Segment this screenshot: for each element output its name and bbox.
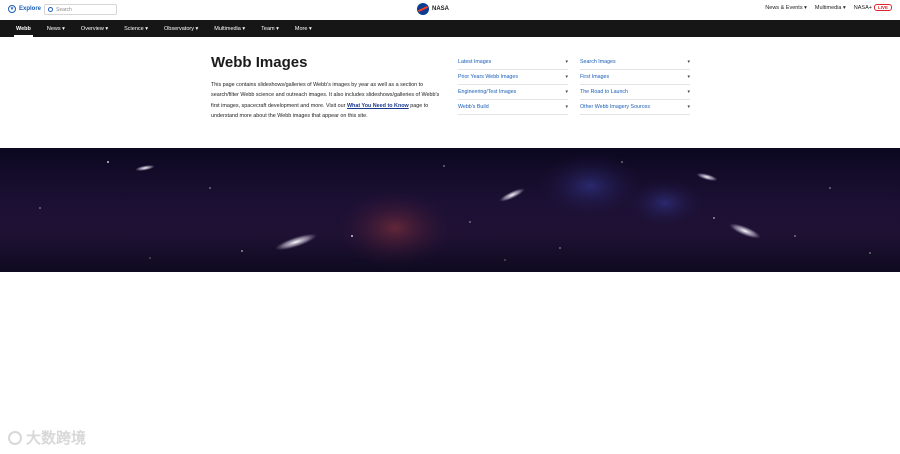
nasa-plus-link[interactable]: NASA+ LIVE bbox=[853, 4, 892, 11]
star bbox=[351, 235, 353, 237]
link-label: Latest Images bbox=[458, 59, 492, 65]
utility-links: News & Events ▾ Multimedia ▾ NASA+ LIVE bbox=[765, 4, 892, 11]
explore-button[interactable]: ▾ Explore bbox=[8, 5, 41, 13]
explore-label: Explore bbox=[19, 6, 42, 12]
star bbox=[559, 247, 561, 249]
multimedia-menu[interactable]: Multimedia ▾ bbox=[815, 5, 846, 11]
link-prior-years[interactable]: Prior Years Webb Images ▾ bbox=[458, 70, 568, 85]
search-placeholder: Search bbox=[56, 6, 72, 13]
nasa-plus-label: NASA+ bbox=[853, 5, 872, 11]
page-description: This page contains slideshows/galleries … bbox=[211, 80, 443, 122]
link-other-sources[interactable]: Other Webb Imagery Sources ▾ bbox=[580, 100, 690, 115]
star bbox=[443, 165, 445, 167]
nav-item-team[interactable]: Team ▾ bbox=[253, 20, 287, 37]
star bbox=[149, 257, 151, 259]
chevron-down-icon: ▾ bbox=[565, 104, 568, 110]
star bbox=[504, 259, 506, 261]
link-label: Search Images bbox=[580, 59, 616, 65]
star bbox=[869, 252, 871, 254]
space-illustration bbox=[39, 152, 871, 268]
chevron-down-icon: ▾ bbox=[687, 104, 690, 110]
image-section-links: Latest Images ▾ Search Images ▾ Prior Year… bbox=[458, 55, 690, 115]
link-webbs-build[interactable]: Webb's Build ▾ bbox=[458, 100, 568, 115]
galaxy bbox=[696, 172, 718, 182]
star bbox=[713, 217, 715, 219]
star bbox=[209, 187, 211, 189]
star bbox=[39, 207, 41, 209]
link-first-images[interactable]: First Images ▾ bbox=[580, 70, 690, 85]
stars bbox=[39, 161, 871, 261]
blue-nebula bbox=[625, 177, 705, 229]
link-label: Engineering/Test Images bbox=[458, 89, 517, 95]
nav-item-observatory[interactable]: Observatory ▾ bbox=[156, 20, 206, 37]
chevron-down-icon: ▾ bbox=[687, 59, 690, 65]
red-nebula bbox=[335, 188, 455, 268]
star bbox=[469, 221, 471, 223]
galaxy bbox=[499, 188, 525, 202]
what-you-need-to-know-link[interactable]: What You Need to Know bbox=[347, 103, 409, 109]
hero-space-banner bbox=[0, 148, 900, 272]
nav-item-overview[interactable]: Overview ▾ bbox=[73, 20, 116, 37]
chevron-down-icon: ▾ bbox=[687, 89, 690, 95]
nav-item-science[interactable]: Science ▾ bbox=[116, 20, 156, 37]
main-nav: Webb News ▾ Overview ▾ Science ▾ Observa… bbox=[0, 20, 900, 37]
watermark-logo-icon bbox=[8, 430, 22, 445]
nasa-meatball-icon bbox=[417, 3, 429, 15]
chevron-down-icon: ▾ bbox=[565, 89, 568, 95]
search-icon bbox=[48, 7, 53, 12]
star bbox=[107, 161, 109, 163]
link-latest-images[interactable]: Latest Images ▾ bbox=[458, 55, 568, 70]
nasa-brand-text: NASA bbox=[432, 6, 450, 12]
search-input[interactable]: Search bbox=[44, 4, 117, 15]
watermark-text: 大数跨境 bbox=[26, 430, 87, 447]
link-search-images[interactable]: Search Images ▾ bbox=[580, 55, 690, 70]
nav-item-news[interactable]: News ▾ bbox=[39, 20, 73, 37]
galaxy bbox=[729, 223, 761, 239]
star bbox=[794, 235, 796, 237]
nasa-logo[interactable]: NASA bbox=[417, 3, 449, 15]
galaxy bbox=[135, 164, 155, 172]
nav-item-webb[interactable]: Webb bbox=[8, 20, 39, 37]
nav-item-multimedia[interactable]: Multimedia ▾ bbox=[206, 20, 253, 37]
chevron-down-icon: ▾ bbox=[565, 74, 568, 80]
link-label: Prior Years Webb Images bbox=[458, 74, 518, 80]
galaxy bbox=[275, 233, 317, 251]
star bbox=[241, 250, 243, 252]
watermark: 大数跨境 bbox=[8, 427, 86, 448]
link-label: First Images bbox=[580, 74, 610, 80]
chevron-down-icon: ▾ bbox=[687, 74, 690, 80]
link-label: The Road to Launch bbox=[580, 89, 629, 95]
live-badge: LIVE bbox=[873, 4, 892, 11]
explore-icon: ▾ bbox=[8, 5, 16, 13]
chevron-down-icon: ▾ bbox=[565, 59, 568, 65]
link-engineering-test[interactable]: Engineering/Test Images ▾ bbox=[458, 85, 568, 100]
page-title: Webb Images bbox=[211, 54, 308, 71]
nav-item-more[interactable]: More ▾ bbox=[287, 20, 320, 37]
link-label: Webb's Build bbox=[458, 104, 489, 110]
star bbox=[621, 161, 623, 163]
news-events-menu[interactable]: News & Events ▾ bbox=[765, 5, 807, 11]
top-bar: ▾ Explore Search NASA News & Events ▾ Mu… bbox=[0, 0, 900, 20]
star bbox=[829, 187, 831, 189]
link-label: Other Webb Imagery Sources bbox=[580, 104, 650, 110]
link-road-to-launch[interactable]: The Road to Launch ▾ bbox=[580, 85, 690, 100]
